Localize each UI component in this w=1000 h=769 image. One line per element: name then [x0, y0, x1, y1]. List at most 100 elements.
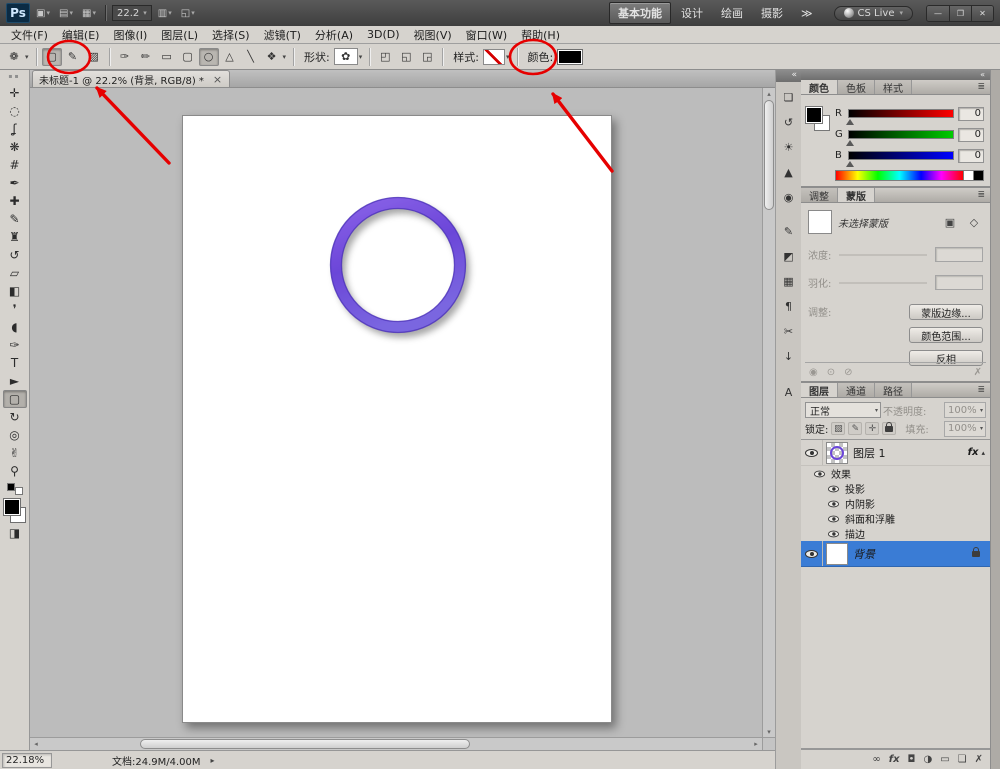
scroll-right-icon[interactable]: ▸ [750, 738, 762, 750]
menu-window[interactable]: 窗口(W) [459, 27, 514, 43]
default-colors-icon[interactable] [7, 483, 23, 495]
styles-panel-icon[interactable]: ▲ [778, 162, 800, 182]
pen-tool[interactable]: ✑ [3, 336, 27, 354]
layer-row-layer1[interactable]: 图层 1 fx ▴ [801, 440, 990, 466]
eyedropper-tool[interactable]: ✒ [3, 174, 27, 192]
custom-shape-picker[interactable]: ✿ [334, 48, 358, 65]
menu-image[interactable]: 图像(I) [106, 27, 154, 43]
tab-color[interactable]: 颜色 [801, 80, 838, 94]
scroll-down-icon[interactable]: ▾ [763, 726, 775, 737]
launch-mini-bridge-icon[interactable]: ▤▾ [56, 4, 76, 22]
add-shape-area-icon[interactable]: ◰ [375, 48, 395, 66]
ellipse-tool-icon[interactable]: ○ [199, 48, 219, 66]
workspace-photography[interactable]: 摄影 [753, 3, 791, 23]
visibility-eye-icon[interactable] [814, 470, 825, 477]
subtract-shape-area-icon[interactable]: ◱ [396, 48, 416, 66]
zoom-tool[interactable]: ⚲ [3, 462, 27, 480]
foreground-color-swatch[interactable] [806, 107, 822, 123]
blue-slider[interactable] [848, 151, 954, 160]
panel-dock-header[interactable]: « [801, 70, 990, 80]
hand-tool[interactable]: ✌ [3, 444, 27, 462]
crop-tool[interactable]: # [3, 156, 27, 174]
tab-masks[interactable]: 蒙版 [838, 188, 875, 202]
workspace-overflow[interactable]: ≫ [793, 5, 821, 22]
scrollbar-thumb[interactable] [764, 100, 774, 210]
menu-file[interactable]: 文件(F) [4, 27, 55, 43]
shape-layers-mode-icon[interactable]: ▢ [42, 48, 62, 66]
blue-value-field[interactable]: 0 [958, 149, 984, 163]
palette-grip[interactable]: ▪▪ [8, 73, 20, 84]
blur-tool[interactable]: ❜ [3, 300, 27, 318]
status-zoom-field[interactable]: 22.18% [2, 753, 52, 768]
visibility-eye-icon[interactable] [828, 500, 839, 507]
mini-bridge-panel-icon[interactable]: ❏ [778, 87, 800, 107]
delete-layer-icon[interactable]: ✗ [975, 754, 983, 765]
menu-3d[interactable]: 3D(D) [360, 28, 407, 41]
workspace-painting[interactable]: 绘画 [713, 3, 751, 23]
tab-swatches[interactable]: 色板 [838, 80, 875, 94]
panel-menu-icon[interactable]: ≣ [977, 82, 990, 92]
panel-menu-icon[interactable]: ≣ [977, 190, 990, 200]
green-value-field[interactable]: 0 [958, 128, 984, 142]
gradient-tool[interactable]: ◧ [3, 282, 27, 300]
tab-channels[interactable]: 通道 [838, 383, 875, 397]
panel-menu-icon[interactable]: ≣ [977, 385, 990, 395]
chevron-right-icon[interactable]: ▸ [211, 756, 215, 765]
scroll-left-icon[interactable]: ◂ [30, 738, 42, 750]
brush-panel-icon[interactable]: ✎ [778, 221, 800, 241]
character-panel-icon[interactable]: A [778, 382, 800, 402]
spot-healing-brush-tool[interactable]: ✚ [3, 192, 27, 210]
lock-position-icon[interactable]: ✛ [865, 422, 879, 435]
background-thumbnail[interactable] [826, 543, 848, 565]
workspace-design[interactable]: 设计 [673, 3, 711, 23]
new-group-icon[interactable]: ▭ [940, 754, 949, 765]
tool-preset-icon[interactable]: ❁ [4, 48, 24, 66]
green-slider[interactable] [848, 130, 954, 139]
layer-fx-badge[interactable]: fx [968, 447, 979, 458]
line-tool-icon[interactable]: ╲ [241, 48, 261, 66]
pen-tool-icon[interactable]: ✑ [115, 48, 135, 66]
info-panel-icon[interactable]: ◉ [778, 187, 800, 207]
layer-row-background[interactable]: 背景 [801, 541, 990, 567]
cs-live-button[interactable]: CS Live ▾ [834, 6, 913, 21]
lock-all-icon[interactable] [882, 422, 896, 435]
menu-help[interactable]: 帮助(H) [514, 27, 567, 43]
type-tool[interactable]: T [3, 354, 27, 372]
minimize-button[interactable]: — [927, 6, 949, 21]
clone-stamp-tool[interactable]: ♜ [3, 228, 27, 246]
paragraph-panel-icon[interactable]: ¶ [778, 296, 800, 316]
menu-view[interactable]: 视图(V) [407, 27, 459, 43]
close-icon[interactable]: × [213, 73, 222, 86]
add-vector-mask-icon[interactable]: ◇ [965, 214, 983, 230]
history-panel-icon[interactable]: ↺ [778, 112, 800, 132]
freeform-pen-icon[interactable]: ✏ [136, 48, 156, 66]
add-layer-mask-icon[interactable]: ◘ [908, 754, 916, 765]
layer-style-icon[interactable]: fx [889, 754, 900, 765]
notes-panel-icon[interactable]: ↓ [778, 346, 800, 366]
layer-name[interactable]: 背景 [853, 546, 875, 562]
arrange-documents-icon[interactable]: ▥▾ [155, 4, 175, 22]
layer-effect-row[interactable]: 斜面和浮雕 [801, 511, 990, 526]
lasso-tool[interactable]: ʆ [3, 120, 27, 138]
menu-select[interactable]: 选择(S) [205, 27, 257, 43]
history-brush-tool[interactable]: ↺ [3, 246, 27, 264]
tab-layers[interactable]: 图层 [801, 383, 838, 397]
clone-source-panel-icon[interactable]: ◩ [778, 246, 800, 266]
color-range-button[interactable]: 颜色范围... [909, 327, 983, 343]
scrollbar-thumb[interactable] [140, 739, 470, 749]
horizontal-scrollbar[interactable]: ◂ ▸ [30, 737, 762, 750]
menu-layer[interactable]: 图层(L) [154, 27, 205, 43]
mask-edge-button[interactable]: 蒙版边缘... [909, 304, 983, 320]
collapse-effects-icon[interactable]: ▴ [981, 449, 985, 457]
eraser-tool[interactable]: ▱ [3, 264, 27, 282]
document-canvas[interactable] [182, 115, 612, 723]
lock-transparent-icon[interactable]: ▨ [831, 422, 845, 435]
brush-tool[interactable]: ✎ [3, 210, 27, 228]
foreground-color-swatch[interactable] [4, 499, 20, 515]
color-spectrum-ramp[interactable] [835, 170, 984, 181]
tab-paths[interactable]: 路径 [875, 383, 912, 397]
fill-pixels-mode-icon[interactable]: ▨ [84, 48, 104, 66]
vertical-scrollbar[interactable]: ▴ ▾ [762, 88, 775, 737]
layer-comps-panel-icon[interactable]: ▦ [778, 271, 800, 291]
effects-group-row[interactable]: 效果 [801, 466, 990, 481]
